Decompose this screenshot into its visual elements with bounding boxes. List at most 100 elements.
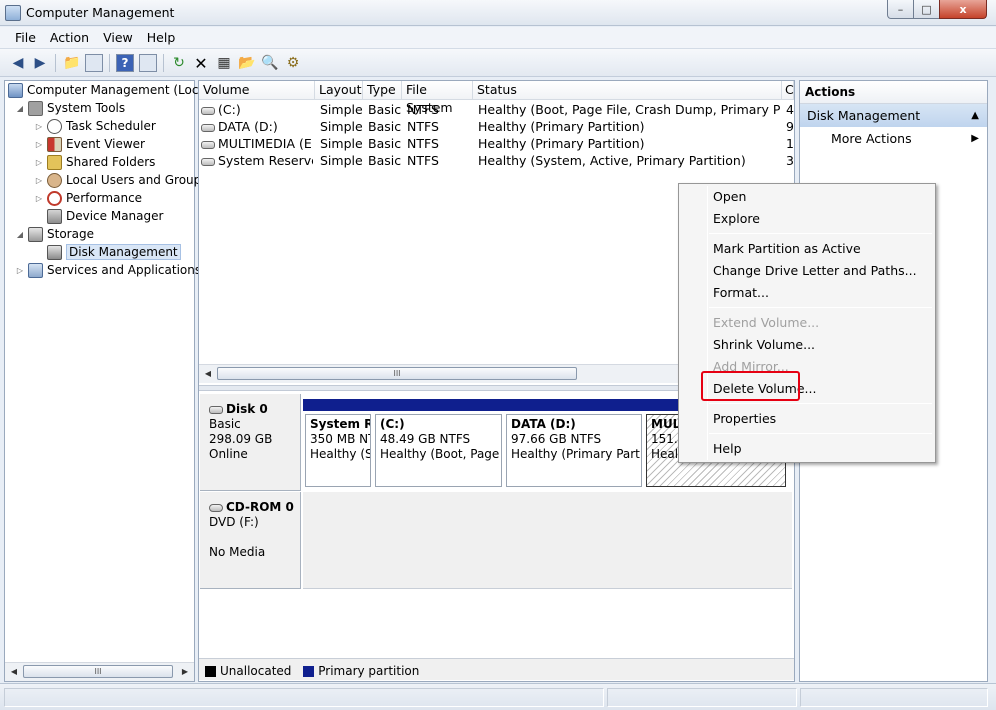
toolbar: ◀ ▶ 📁 ? ↻ ✕ ▦ 📂 🔍 ⚙	[0, 49, 996, 77]
computer-management-icon	[5, 5, 21, 21]
tree-item-task-scheduler[interactable]: ▷ Task Scheduler	[34, 117, 156, 135]
properties-icon[interactable]: ▦	[214, 53, 234, 73]
forward-arrow-icon[interactable]: ▶	[30, 53, 50, 73]
menu-extend-volume: Extend Volume...	[713, 315, 820, 330]
maximize-button[interactable]: □	[913, 0, 940, 19]
tree-item-storage[interactable]: ◢ Storage	[15, 225, 94, 243]
table-row[interactable]: (C:) Simple Basic NTFS Healthy (Boot, Pa…	[199, 101, 794, 118]
disk-0-label[interactable]: Disk 0 Basic 298.09 GB Online	[200, 394, 301, 491]
disk-settings-icon[interactable]: ⚙	[283, 53, 303, 73]
window-title: Computer Management	[26, 5, 175, 20]
show-hide-action-pane-icon[interactable]	[139, 54, 157, 72]
help-icon[interactable]: ?	[116, 54, 134, 72]
submenu-arrow-icon: ▶	[971, 133, 979, 144]
tree-item-system-tools[interactable]: ◢ System Tools	[15, 99, 125, 117]
table-row[interactable]: DATA (D:) Simple Basic NTFS Healthy (Pri…	[199, 118, 794, 135]
partition-d[interactable]: DATA (D:) 97.66 GB NTFS Healthy (Primary P…	[504, 399, 644, 490]
performance-icon	[47, 190, 62, 206]
delete-icon[interactable]: ✕	[191, 53, 211, 73]
shared-folder-icon	[47, 154, 62, 170]
collapse-arrow-icon[interactable]: ◢	[15, 230, 25, 239]
menu-file[interactable]: File	[8, 30, 43, 45]
search-icon[interactable]: 🔍	[260, 53, 280, 73]
open-folder-icon[interactable]: 📂	[237, 53, 257, 73]
back-arrow-icon[interactable]: ◀	[8, 53, 28, 73]
scroll-left-icon[interactable]: ◀	[201, 367, 215, 380]
scroll-thumb[interactable]: III	[23, 665, 173, 678]
expand-arrow-icon[interactable]: ▷	[34, 122, 44, 131]
table-row[interactable]: MULTIMEDIA (E:) Simple Basic NTFS Health…	[199, 135, 794, 152]
partition-system-reserved[interactable]: System Re350 MB NTHealthy (S	[303, 399, 373, 490]
cdrom-0-label[interactable]: CD-ROM 0 DVD (F:) No Media	[200, 492, 301, 589]
menu-properties[interactable]: Properties	[713, 409, 776, 429]
minimize-button[interactable]: –	[887, 0, 914, 19]
collapse-up-icon[interactable]: ▲	[971, 104, 979, 127]
refresh-icon[interactable]: ↻	[169, 53, 189, 73]
scroll-left-icon[interactable]: ◀	[7, 665, 21, 678]
column-header-volume[interactable]: Volume	[199, 81, 315, 100]
title-bar: Computer Management – □ x	[0, 0, 996, 26]
column-header-layout[interactable]: Layout	[315, 81, 363, 100]
menu-action[interactable]: Action	[43, 30, 96, 45]
menu-bar: File Action View Help	[0, 27, 996, 49]
storage-icon	[28, 226, 43, 242]
event-log-icon	[47, 136, 62, 152]
menu-format[interactable]: Format...	[713, 283, 769, 303]
column-header-type[interactable]: Type	[363, 81, 402, 100]
device-manager-icon	[47, 208, 62, 224]
cdrom-0-empty	[303, 492, 792, 589]
legend: Unallocated Primary partition	[199, 658, 794, 680]
status-segment	[800, 688, 988, 707]
tree-item-event-viewer[interactable]: ▷ Event Viewer	[34, 135, 145, 153]
expand-arrow-icon[interactable]: ▷	[34, 158, 44, 167]
toolbar-separator	[55, 54, 56, 72]
show-hide-tree-icon[interactable]	[85, 54, 103, 72]
menu-mark-partition-active[interactable]: Mark Partition as Active	[713, 239, 861, 259]
scroll-right-icon[interactable]: ▶	[178, 665, 192, 678]
tree-item-services-and-applications[interactable]: ▷ Services and Applications	[15, 261, 201, 279]
unallocated-swatch	[205, 666, 216, 677]
menu-help[interactable]: Help	[713, 439, 742, 459]
tree-item-performance[interactable]: ▷ Performance	[34, 189, 142, 207]
menu-shrink-volume[interactable]: Shrink Volume...	[713, 335, 815, 355]
status-bar	[0, 683, 996, 710]
menu-help[interactable]: Help	[140, 30, 183, 45]
tree-horizontal-scrollbar[interactable]: ◀ III ▶	[5, 662, 194, 681]
collapse-arrow-icon[interactable]: ◢	[15, 104, 25, 113]
expand-arrow-icon[interactable]: ▷	[34, 194, 44, 203]
services-icon	[28, 262, 43, 278]
tree-item-device-manager[interactable]: Device Manager	[47, 207, 163, 225]
actions-disk-management[interactable]: Disk Management ▲	[800, 104, 987, 127]
delete-volume-highlight	[701, 371, 800, 401]
tools-icon	[28, 100, 43, 116]
tree-item-local-users[interactable]: ▷ Local Users and Groups	[34, 171, 208, 189]
hard-disk-icon	[209, 405, 223, 414]
drive-icon	[201, 123, 215, 132]
expand-arrow-icon[interactable]: ▷	[34, 140, 44, 149]
menu-change-drive-letter[interactable]: Change Drive Letter and Paths...	[713, 261, 917, 281]
status-segment	[4, 688, 604, 707]
menu-view[interactable]: View	[96, 30, 140, 45]
navigation-tree: Computer Management (Local ◢ System Tool…	[4, 80, 209, 682]
more-actions[interactable]: More Actions ▶	[800, 129, 987, 149]
close-button[interactable]: x	[939, 0, 987, 19]
table-row[interactable]: System Reserved Simple Basic NTFS Health…	[199, 152, 794, 169]
scroll-thumb[interactable]: III	[217, 367, 577, 380]
cdrom-icon	[209, 503, 223, 512]
tree-item-disk-management[interactable]: Disk Management	[47, 243, 181, 261]
users-icon	[47, 172, 62, 188]
column-header-file-system[interactable]: File System	[402, 81, 473, 115]
column-header-capacity[interactable]: C	[782, 81, 794, 100]
drive-icon	[201, 140, 215, 149]
computer-icon	[8, 82, 23, 98]
up-folder-icon[interactable]: 📁	[62, 53, 82, 73]
menu-open[interactable]: Open	[713, 187, 746, 207]
tree-item-computer-management[interactable]: Computer Management (Local	[8, 81, 209, 99]
column-header-status[interactable]: Status	[473, 81, 782, 100]
tree-item-shared-folders[interactable]: ▷ Shared Folders	[34, 153, 155, 171]
menu-explore[interactable]: Explore	[713, 209, 760, 229]
partition-c[interactable]: (C:) 48.49 GB NTFS Healthy (Boot, Page F	[373, 399, 504, 490]
expand-arrow-icon[interactable]: ▷	[34, 176, 44, 185]
primary-partition-swatch	[303, 666, 315, 677]
expand-arrow-icon[interactable]: ▷	[15, 266, 25, 275]
